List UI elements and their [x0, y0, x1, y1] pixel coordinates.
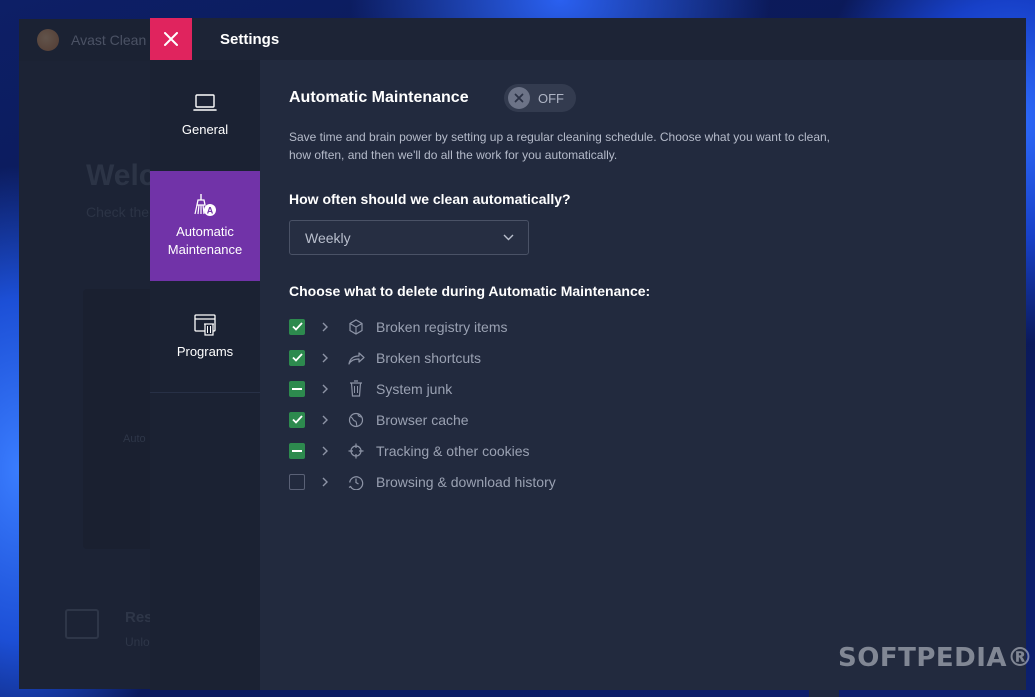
laptop-icon: [193, 94, 217, 111]
settings-header: Settings: [150, 18, 1026, 60]
sidebar-item-automatic-maintenance[interactable]: A Automatic Maintenance: [150, 171, 260, 281]
expand-tracking-cookies[interactable]: [322, 446, 332, 456]
section-title: Automatic Maintenance: [289, 89, 469, 106]
programs-icon: [194, 314, 216, 336]
item-label: Tracking & other cookies: [376, 442, 530, 459]
registry-icon: [349, 318, 363, 335]
sidebar-item-label: Programs: [176, 344, 234, 359]
toggle-label: OFF: [538, 90, 564, 106]
settings-title: Settings: [220, 31, 280, 48]
svg-text:A: A: [207, 206, 214, 216]
expand-broken-shortcuts[interactable]: [322, 353, 332, 363]
broom-icon: A: [194, 194, 216, 216]
sidebar-item-label: Automatic Maintenance: [167, 224, 243, 257]
close-button[interactable]: [150, 18, 192, 60]
item-label: System junk: [376, 380, 453, 397]
delete-options-list: Broken registry items Broken shortcuts S…: [289, 311, 889, 497]
expand-broken-registry[interactable]: [322, 322, 332, 332]
background-laptop-icon: [65, 609, 99, 639]
settings-dialog: Settings General A Automatic Maintenance…: [150, 18, 1026, 690]
checkbox-broken-shortcuts[interactable]: [289, 349, 305, 366]
sidebar-divider: [150, 392, 260, 393]
expand-browsing-history[interactable]: [322, 477, 332, 487]
minus-icon: [292, 387, 302, 390]
background-app-title: Avast Clean: [71, 32, 147, 48]
check-icon: [291, 415, 303, 424]
background-auto-text: Auto: [123, 433, 146, 445]
avast-logo-icon: [37, 29, 59, 51]
history-icon: [348, 475, 364, 490]
check-icon: [291, 353, 303, 362]
sidebar-item-general[interactable]: General: [150, 60, 260, 170]
sidebar-item-label: General: [181, 122, 229, 137]
chevron-right-icon: [322, 322, 328, 331]
x-icon: [514, 93, 524, 103]
section-description: Save time and brain power by setting up …: [289, 130, 830, 162]
softpedia-watermark: SOFTPEDIA®: [838, 643, 1034, 673]
delete-options-title: Choose what to delete during Automatic M…: [289, 283, 651, 299]
minus-icon: [292, 449, 302, 452]
item-label: Broken shortcuts: [376, 349, 482, 366]
settings-content: Automatic Maintenance OFF Save time and …: [260, 60, 1026, 690]
settings-sidebar: General A Automatic Maintenance Programs: [150, 60, 260, 690]
background-check-text: Check the: [86, 204, 150, 220]
background-welcome-heading: Welc: [86, 159, 156, 192]
checkbox-tracking-cookies[interactable]: [289, 442, 305, 459]
toggle-knob: [508, 87, 530, 109]
chevron-right-icon: [322, 477, 328, 486]
item-label: Browser cache: [376, 411, 469, 428]
checkbox-broken-registry[interactable]: [289, 318, 305, 335]
sidebar-item-programs[interactable]: Programs: [150, 282, 260, 392]
list-item-browser-cache: Browser cache: [289, 404, 889, 435]
chevron-right-icon: [322, 446, 328, 455]
shortcut-icon: [348, 351, 365, 365]
background-res-subtitle: Unlo: [125, 635, 150, 649]
check-icon: [291, 322, 303, 331]
list-item-broken-shortcuts: Broken shortcuts: [289, 342, 889, 373]
list-item-tracking-cookies: Tracking & other cookies: [289, 435, 889, 466]
frequency-question: How often should we clean automatically?: [289, 191, 571, 207]
crosshair-icon: [348, 443, 364, 458]
list-item-system-junk: System junk: [289, 373, 889, 404]
maintenance-toggle[interactable]: OFF: [504, 84, 576, 112]
list-item-broken-registry: Broken registry items: [289, 311, 889, 342]
checkbox-browsing-history[interactable]: [289, 473, 305, 490]
background-res-title: Res: [125, 609, 153, 626]
item-label: Browsing & download history: [376, 473, 556, 490]
chevron-right-icon: [322, 415, 328, 424]
list-item-browsing-history: Browsing & download history: [289, 466, 889, 497]
checkbox-system-junk[interactable]: [289, 380, 305, 397]
globe-icon: [348, 412, 364, 427]
checkbox-browser-cache[interactable]: [289, 411, 305, 428]
expand-browser-cache[interactable]: [322, 415, 332, 425]
chevron-right-icon: [322, 384, 328, 393]
trash-icon: [350, 380, 362, 397]
chevron-down-icon: [503, 234, 514, 241]
item-label: Broken registry items: [376, 318, 508, 335]
close-icon: [164, 32, 178, 46]
chevron-right-icon: [322, 353, 328, 362]
frequency-value: Weekly: [305, 229, 351, 246]
expand-system-junk[interactable]: [322, 384, 332, 394]
frequency-dropdown[interactable]: Weekly: [289, 220, 529, 255]
